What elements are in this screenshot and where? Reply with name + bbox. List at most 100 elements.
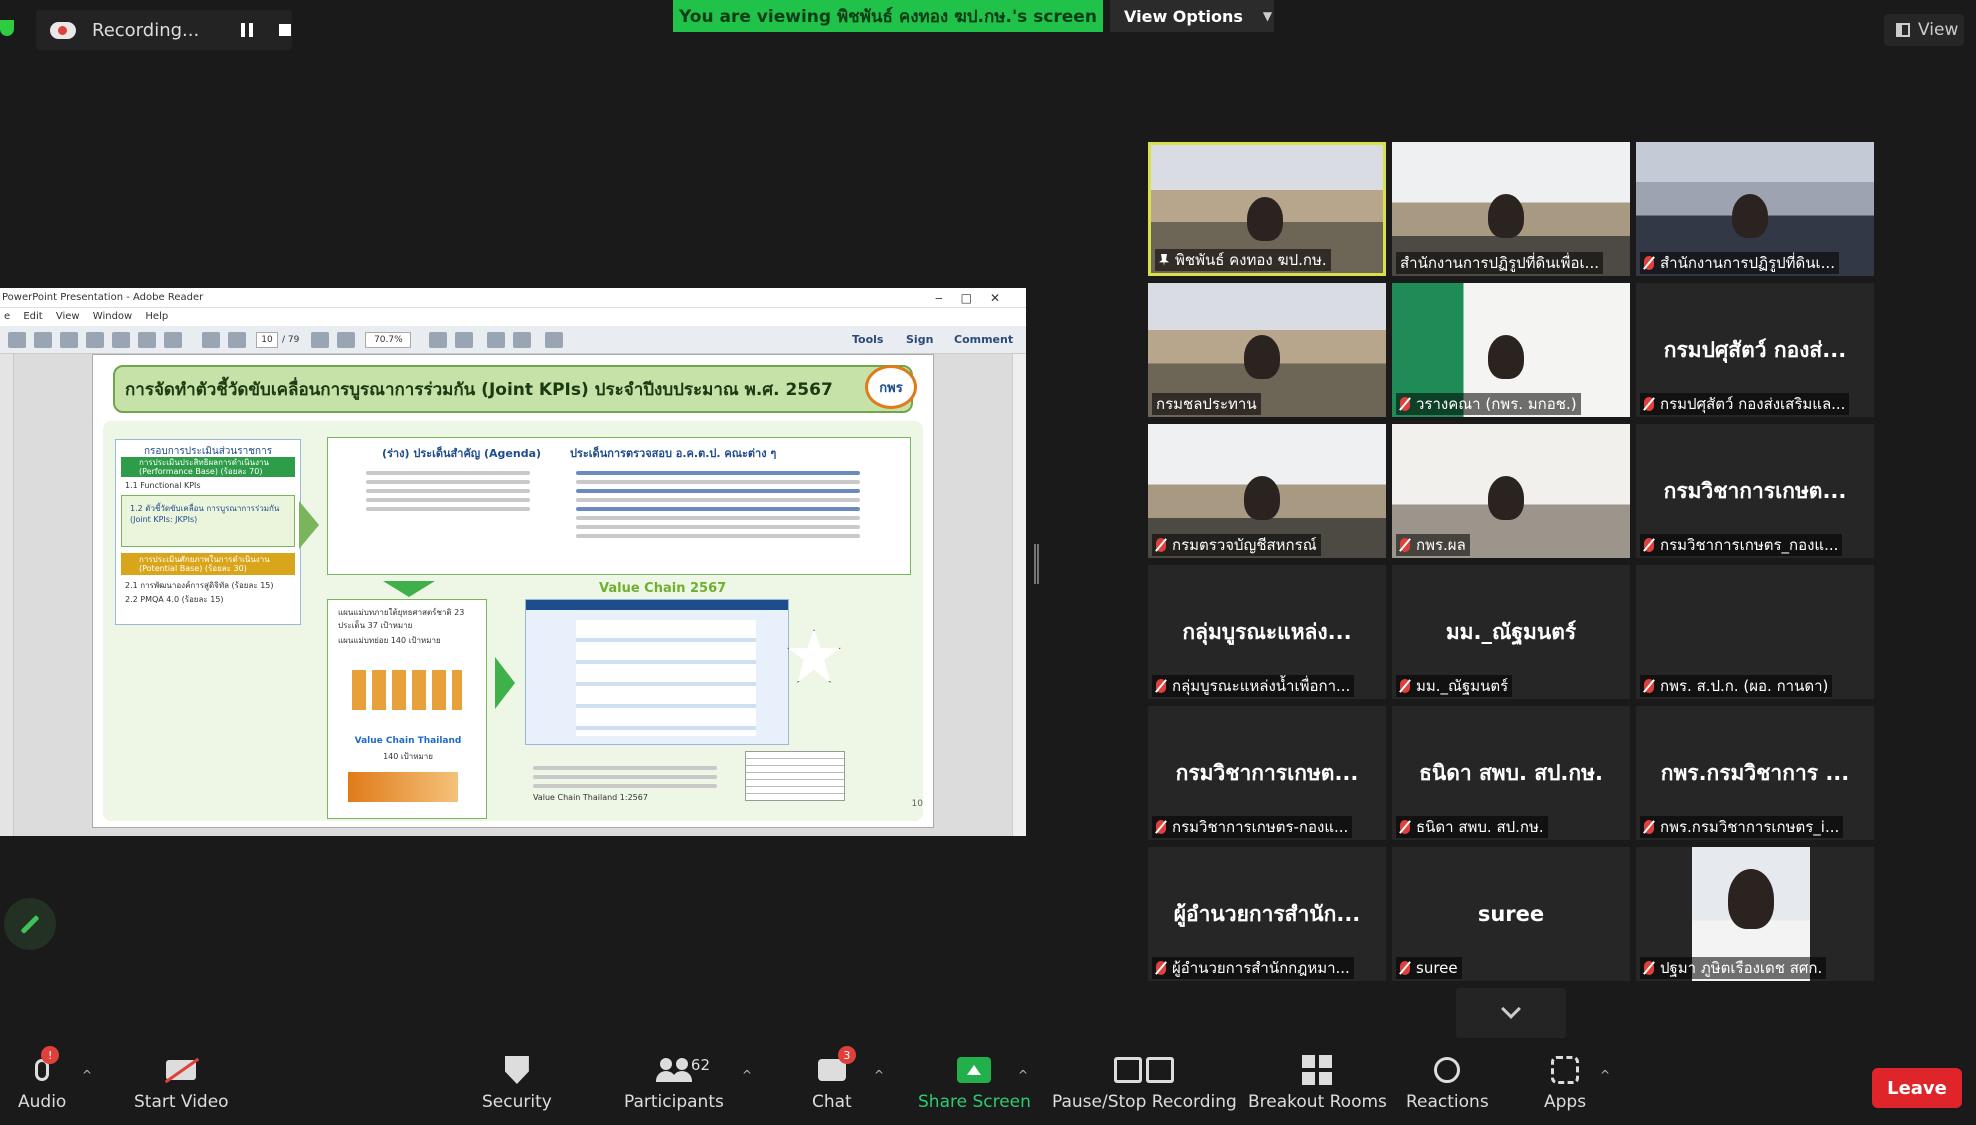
- participant-tile[interactable]: กพร. ส.ป.ก. (ผอ. กานดา): [1636, 565, 1874, 699]
- prev-page-icon[interactable]: [202, 331, 220, 348]
- email-icon[interactable]: [164, 331, 182, 348]
- participants-button[interactable]: 62 Participants: [624, 1054, 724, 1120]
- participant-name-tag: กรมชลประทาน: [1152, 393, 1261, 415]
- document-area: การจัดทำตัวชี้วัดขับเคลื่อนการบูรณาการร่…: [0, 354, 1026, 836]
- goal-tree-graphic: [352, 670, 462, 710]
- next-page-icon[interactable]: [228, 331, 246, 348]
- participant-tile[interactable]: มม._ณัฐมนตร์ มม._ณัฐมนตร์: [1392, 565, 1630, 699]
- reader-toolbar: 10 / 79 70.7% Tools Sign Comment: [0, 326, 1026, 354]
- pause-stop-recording-label: Pause/Stop Recording: [1052, 1092, 1237, 1112]
- share-options-caret[interactable]: ^: [1018, 1068, 1028, 1082]
- participant-tile[interactable]: กรมปศุสัตว์ กองส่... กรมปศุสัตว์ กองส่งเส…: [1636, 283, 1874, 417]
- breakout-rooms-button[interactable]: Breakout Rooms: [1248, 1054, 1387, 1120]
- muted-mic-icon: [1156, 679, 1166, 693]
- chat-options-caret[interactable]: ^: [874, 1068, 884, 1082]
- reactions-button[interactable]: Reactions: [1406, 1054, 1489, 1120]
- participant-tile[interactable]: พิชพันธ์ คงทอง ฆป.กษ.: [1148, 142, 1386, 276]
- participant-name-tag: ปฐมา ภูษิตเรืองเดช สศก.: [1640, 957, 1827, 979]
- zoom-in-icon[interactable]: [337, 331, 356, 348]
- audit-title: ประเด็นการตรวจสอบ อ.ค.ต.ป. คณะต่าง ๆ: [570, 447, 777, 460]
- participant-tile[interactable]: ผู้อำนวยการสำนัก... ผู้อำนวยการสำนักกฎหมา…: [1148, 847, 1386, 981]
- open-icon[interactable]: [8, 331, 26, 348]
- document-scrollbar[interactable]: [1012, 354, 1026, 836]
- tools-link[interactable]: Tools: [852, 333, 883, 346]
- view-button[interactable]: View: [1884, 14, 1964, 46]
- comment-icon[interactable]: [487, 331, 506, 348]
- zoom-out-icon[interactable]: [311, 331, 330, 348]
- participant-tile[interactable]: กลุ่มบูรณะแหล่ง... กลุ่มบูรณะแหล่งน้ำเพื่…: [1148, 565, 1386, 699]
- upload-icon[interactable]: [86, 331, 104, 348]
- chat-unread-badge: 3: [837, 1046, 856, 1064]
- muted-mic-icon: [1156, 538, 1166, 552]
- pause-recording-icon[interactable]: [241, 23, 254, 37]
- page-input[interactable]: 10: [256, 331, 278, 348]
- print-icon[interactable]: [138, 331, 156, 348]
- start-video-button[interactable]: Start Video: [134, 1054, 229, 1120]
- participant-name: กพร.กรมวิชาการเกษตร_i...: [1660, 818, 1840, 836]
- apps-icon: [1551, 1056, 1580, 1084]
- participants-options-caret[interactable]: ^: [742, 1068, 752, 1082]
- participant-tile[interactable]: suree suree: [1392, 847, 1630, 981]
- apps-button[interactable]: Apps: [1544, 1054, 1586, 1120]
- zoom-select[interactable]: 70.7%: [365, 331, 412, 348]
- audio-options-caret[interactable]: ^: [82, 1068, 92, 1082]
- view-options-button[interactable]: View Options ▼: [1110, 0, 1274, 32]
- participant-tile[interactable]: กพร.กรมวิชาการ ... กพร.กรมวิชาการเกษตร_i.…: [1636, 706, 1874, 840]
- window-menubar[interactable]: e Edit View Window Help: [0, 308, 1026, 326]
- opdc-logo: กพร: [865, 365, 917, 409]
- apps-options-caret[interactable]: ^: [1600, 1068, 1610, 1082]
- window-titlebar: PowerPoint Presentation - Adobe Reader ‒…: [0, 288, 1026, 308]
- participant-name-tag: ผู้อำนวยการสำนักกฎหมา...: [1152, 957, 1354, 979]
- security-button[interactable]: Security: [482, 1054, 552, 1120]
- leave-meeting-button[interactable]: Leave: [1872, 1068, 1962, 1108]
- bullet-notes: Value Chain Thailand 1:2567: [525, 761, 725, 802]
- chat-button[interactable]: 3 Chat: [812, 1046, 856, 1120]
- pause-stop-icon: [1114, 1057, 1175, 1083]
- muted-mic-icon: [1400, 538, 1410, 552]
- participant-name-tag: suree: [1396, 957, 1462, 979]
- participant-tile[interactable]: กรมชลประทาน: [1148, 283, 1386, 417]
- participant-name-tag: กพร.กรมวิชาการเกษตร_i...: [1640, 816, 1844, 838]
- participant-tile[interactable]: วรางคณา (กพร. มกอช.): [1392, 283, 1630, 417]
- fit-page-icon[interactable]: [429, 331, 448, 348]
- create-icon[interactable]: [34, 331, 52, 348]
- audio-button[interactable]: ! Audio: [18, 1046, 66, 1120]
- participant-tile[interactable]: ธนิดา สพบ. สป.กษ. ธนิดา สพบ. สป.กษ.: [1392, 706, 1630, 840]
- pause-stop-recording-button[interactable]: Pause/Stop Recording: [1052, 1054, 1237, 1120]
- participant-tile[interactable]: สำนักงานการปฏิรูปที่ดินเ...: [1636, 142, 1874, 276]
- highlight-icon[interactable]: [513, 331, 532, 348]
- shared-screen[interactable]: PowerPoint Presentation - Adobe Reader ‒…: [0, 288, 1026, 836]
- participant-name-tag: กรมปศุสัตว์ กองส่งเสริมแล...: [1640, 393, 1850, 415]
- reactions-smiley-icon: [1434, 1057, 1461, 1083]
- sign-link[interactable]: Sign: [906, 333, 933, 346]
- participant-name: สำนักงานการปฏิรูปที่ดินเพื่อเ...: [1400, 254, 1599, 272]
- expand-icon[interactable]: [545, 331, 564, 348]
- muted-mic-icon: [1400, 679, 1410, 693]
- share-screen-button[interactable]: Share Screen: [918, 1054, 1031, 1120]
- fullscreen-icon[interactable]: [455, 331, 474, 348]
- window-controls[interactable]: ‒□✕: [935, 288, 1018, 308]
- reader-sidebar[interactable]: [0, 354, 14, 836]
- gallery-next-page-button[interactable]: [1456, 988, 1566, 1038]
- split-resize-handle[interactable]: [1034, 544, 1039, 584]
- breakout-rooms-icon: [1302, 1055, 1333, 1085]
- participant-tile[interactable]: กรมตรวจบัญชีสหกรณ์: [1148, 424, 1386, 558]
- muted-mic-icon: [1644, 820, 1654, 834]
- annotate-button[interactable]: [4, 898, 56, 950]
- comment-link[interactable]: Comment: [954, 333, 1013, 346]
- participant-tile[interactable]: กรมวิชาการเกษต... กรมวิชาการเกษตร_กองแ...: [1636, 424, 1874, 558]
- security-shield-icon: [504, 1056, 529, 1084]
- muted-mic-icon: [1644, 961, 1654, 975]
- audit-lines: [568, 466, 868, 543]
- participant-tile[interactable]: กพร.ผล: [1392, 424, 1630, 558]
- edit-icon[interactable]: [60, 331, 78, 348]
- participant-name: ผู้อำนวยการสำนักกฎหมา...: [1172, 959, 1350, 977]
- participant-name: ธนิดา สพบ. สป.กษ.: [1416, 818, 1544, 836]
- save-icon[interactable]: [112, 331, 130, 348]
- encryption-shield-icon[interactable]: [0, 20, 14, 36]
- participant-tile[interactable]: กรมวิชาการเกษต... กรมวิชาการเกษตร-กองแ...: [1148, 706, 1386, 840]
- participant-tile[interactable]: สำนักงานการปฏิรูปที่ดินเพื่อเ...: [1392, 142, 1630, 276]
- participant-name: ปฐมา ภูษิตเรืองเดช สศก.: [1660, 959, 1823, 977]
- participant-tile[interactable]: ปฐมา ภูษิตเรืองเดช สศก.: [1636, 847, 1874, 981]
- stop-recording-icon[interactable]: [279, 24, 292, 36]
